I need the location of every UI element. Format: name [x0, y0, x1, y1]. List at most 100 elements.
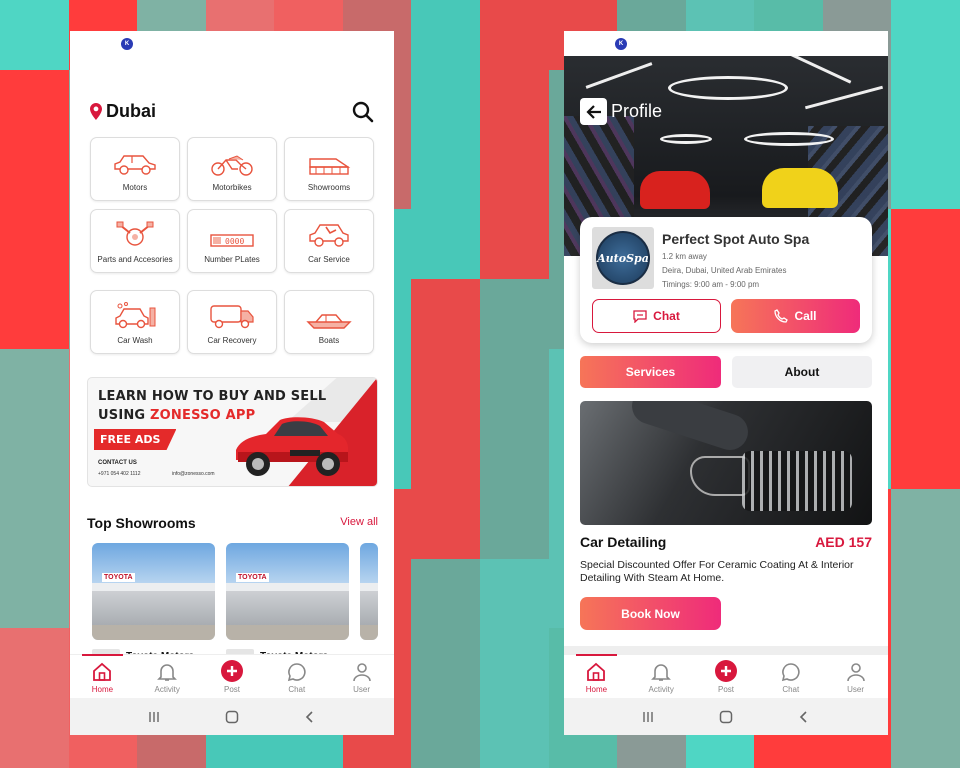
tab-services[interactable]: Services — [580, 356, 721, 388]
banner-phone: +971 054 402 1112 — [98, 471, 141, 477]
number-plate-icon: 0000 — [210, 234, 254, 247]
tab-about[interactable]: About — [732, 356, 872, 388]
nav-label: Activity — [154, 685, 180, 694]
nav-user[interactable]: User — [329, 655, 394, 698]
nav-label: Post — [223, 685, 240, 694]
section-divider — [564, 646, 888, 654]
nav-chat[interactable]: Chat — [758, 655, 823, 698]
view-all-link[interactable]: View all — [340, 516, 378, 528]
mosaic-tile — [891, 628, 960, 699]
mosaic-tile — [0, 488, 69, 559]
mosaic-tile — [0, 628, 69, 699]
nav-label: Chat — [782, 685, 800, 694]
home-system-icon[interactable] — [225, 710, 239, 724]
profile-screen: K Profile AutoSpa Perfect Spot Auto Spa … — [564, 31, 888, 735]
mosaic-tile — [479, 418, 549, 489]
mosaic-tile — [479, 209, 549, 280]
nav-home[interactable]: Home — [564, 654, 629, 698]
back-system-icon[interactable] — [797, 710, 811, 724]
back-header[interactable]: Profile — [580, 98, 662, 125]
showroom-card-partial[interactable] — [360, 543, 378, 640]
category-label: Boats — [318, 335, 340, 345]
nav-post[interactable]: Post — [694, 655, 759, 698]
service-image-arm — [627, 401, 753, 455]
showroom-carousel[interactable]: TOYOTA TOYOTA — [92, 543, 378, 640]
banner-line2-prefix: USING — [98, 408, 151, 423]
service-image-grille — [742, 451, 852, 511]
business-distance: 1.2 km away — [662, 252, 707, 261]
promo-banner[interactable]: LEARN HOW TO BUY AND SELL USING ZONESSO … — [87, 377, 378, 487]
category-car-recovery[interactable]: Car Recovery — [187, 290, 277, 354]
nav-label: Activity — [648, 685, 674, 694]
back-system-icon[interactable] — [303, 710, 317, 724]
recents-icon[interactable] — [641, 710, 655, 724]
business-name: Perfect Spot Auto Spa — [662, 231, 810, 247]
mosaic-tile — [411, 558, 480, 629]
nav-activity[interactable]: Activity — [629, 655, 694, 698]
category-showrooms[interactable]: Showrooms — [284, 137, 374, 201]
service-description: Special Discounted Offer For Ceramic Coa… — [580, 559, 854, 584]
back-button[interactable] — [580, 98, 607, 125]
service-image-lamp — [690, 456, 750, 496]
location-selector[interactable]: Dubai — [90, 101, 156, 122]
category-motorbikes[interactable]: Motorbikes — [187, 137, 277, 201]
category-number-plates[interactable]: 0000 Number PLates — [187, 209, 277, 273]
mosaic-tile — [891, 209, 960, 280]
search-button[interactable] — [352, 101, 376, 125]
showroom-card[interactable]: TOYOTA — [226, 543, 349, 640]
bottom-nav: Home Activity Post Chat User — [70, 654, 394, 698]
mosaic-tile — [0, 418, 69, 489]
bell-icon — [651, 664, 672, 681]
showroom-stripe — [226, 583, 349, 591]
category-car-service[interactable]: Car Service — [284, 209, 374, 273]
home-icon — [587, 662, 606, 681]
search-icon — [352, 101, 374, 123]
chat-button-label: Chat — [653, 309, 680, 323]
ceiling-light-ring — [744, 132, 834, 146]
book-now-button[interactable]: Book Now — [580, 597, 721, 630]
mosaic-tile — [0, 209, 69, 280]
showroom-card[interactable]: TOYOTA — [92, 543, 215, 640]
user-icon — [352, 663, 371, 682]
mosaic-tile — [0, 0, 69, 70]
nav-label: Home — [585, 685, 608, 694]
mosaic-tile — [411, 698, 480, 768]
call-button[interactable]: Call — [731, 299, 860, 333]
category-label: Car Service — [308, 254, 350, 264]
showroom-ground — [360, 625, 378, 640]
nav-label: User — [353, 685, 371, 694]
mosaic-tile — [891, 418, 960, 489]
system-nav-bar — [564, 698, 888, 735]
top-showrooms-title: Top Showrooms — [87, 515, 196, 531]
service-price: AED 157 — [815, 534, 872, 550]
nav-home[interactable]: Home — [70, 654, 135, 698]
bell-icon — [157, 664, 178, 681]
status-badge: K — [615, 38, 627, 50]
nav-chat[interactable]: Chat — [264, 655, 329, 698]
mosaic-tile — [411, 488, 480, 559]
category-boats[interactable]: Boats — [284, 290, 374, 354]
category-car-wash[interactable]: Car Wash — [90, 290, 180, 354]
category-motors[interactable]: Motors — [90, 137, 180, 201]
home-system-icon[interactable] — [719, 710, 733, 724]
mosaic-tile — [479, 628, 549, 699]
mosaic-tile — [479, 139, 549, 210]
banner-line1: LEARN HOW TO BUY AND SELL — [98, 389, 327, 404]
mosaic-tile — [891, 0, 960, 70]
mosaic-tile — [891, 558, 960, 629]
car-icon — [114, 155, 156, 175]
category-label: Motorbikes — [212, 182, 252, 192]
chat-button[interactable]: Chat — [592, 299, 721, 333]
location-pin-icon — [90, 103, 102, 120]
category-label: Motors — [122, 182, 148, 192]
recents-icon[interactable] — [147, 710, 161, 724]
ceiling-light-ring — [660, 134, 712, 144]
nav-activity[interactable]: Activity — [135, 655, 200, 698]
ceiling-light-ring — [668, 76, 788, 100]
nav-label: Post — [717, 685, 734, 694]
car-wash-icon — [115, 301, 156, 329]
nav-user[interactable]: User — [823, 655, 888, 698]
nav-post[interactable]: Post — [200, 655, 265, 698]
ceiling-light-bar — [804, 85, 884, 110]
category-parts[interactable]: Parts and Accesories — [90, 209, 180, 273]
